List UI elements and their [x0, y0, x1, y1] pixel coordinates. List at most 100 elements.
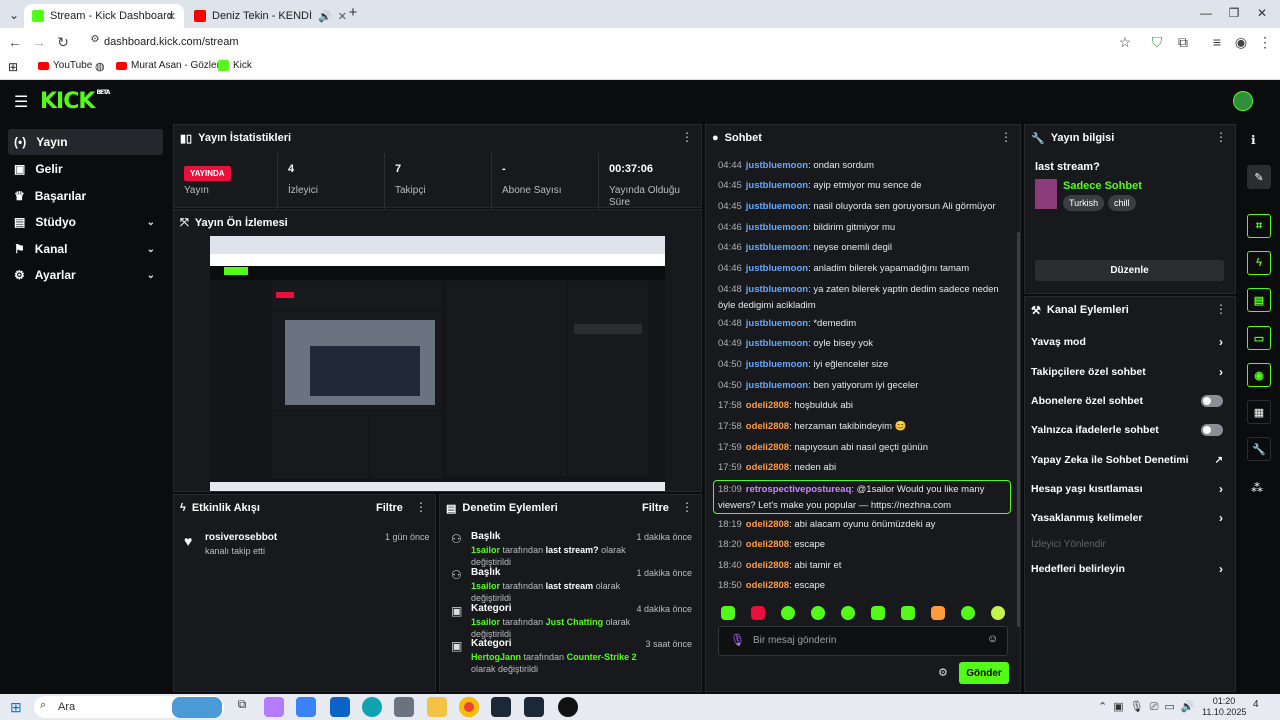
- hamburger-menu-icon[interactable]: ☰: [14, 92, 28, 112]
- message-username[interactable]: justbluemoon: [746, 242, 808, 253]
- extensions-icon[interactable]: ⧉: [1174, 34, 1192, 51]
- bookmark-star-icon[interactable]: ☆: [1116, 34, 1134, 51]
- steam-icon[interactable]: [524, 697, 544, 717]
- message-username[interactable]: justbluemoon: [746, 380, 808, 391]
- info-icon[interactable]: ℹ: [1251, 133, 1256, 147]
- tab-list-icon[interactable]: ⌄: [4, 8, 24, 22]
- taskbar-time[interactable]: 01:20: [1207, 696, 1241, 706]
- kebab-menu-icon[interactable]: ⋮: [681, 130, 693, 144]
- microphone-icon[interactable]: 🎙: [730, 633, 745, 647]
- chat-icon[interactable]: ▭: [1247, 326, 1271, 350]
- flash-icon[interactable]: ϟ: [1247, 251, 1271, 275]
- media-icon[interactable]: ≡: [1208, 34, 1226, 50]
- close-tab-icon[interactable]: ✕: [167, 10, 176, 23]
- browser-menu-icon[interactable]: ⋮: [1256, 34, 1274, 51]
- message-username[interactable]: odeli2808: [746, 580, 789, 591]
- edit-button[interactable]: Düzenle: [1035, 260, 1224, 281]
- apps-grid-icon[interactable]: ⊞: [8, 60, 18, 74]
- chat-input[interactable]: Bir mesaj gönderin: [718, 626, 1008, 656]
- kick-logo[interactable]: KICK BETA: [40, 89, 110, 114]
- action-ai-moderation[interactable]: Yapay Zeka ile Sohbet Denetimi ↗: [1031, 449, 1231, 471]
- browser-tab-kick[interactable]: Stream - Kick Dashboard ✕: [24, 4, 184, 28]
- message-username[interactable]: justbluemoon: [746, 338, 808, 349]
- action-subscribers-only[interactable]: Abonelere özel sohbet: [1031, 390, 1231, 412]
- message-username[interactable]: justbluemoon: [746, 180, 808, 191]
- toggle-switch[interactable]: [1201, 424, 1223, 436]
- message-username[interactable]: justbluemoon: [746, 318, 808, 329]
- windows-start-icon[interactable]: ⊞: [10, 699, 22, 716]
- app-icon[interactable]: [394, 697, 414, 717]
- taskbar-date[interactable]: 11.10.2025: [1202, 707, 1246, 717]
- message-username[interactable]: odeli2808: [746, 400, 789, 411]
- sidebar-item-kanal[interactable]: ⚑ Kanal ⌄: [8, 236, 163, 262]
- tag-chip[interactable]: Turkish: [1063, 195, 1105, 211]
- message-username[interactable]: justbluemoon: [746, 160, 808, 171]
- message-username[interactable]: odeli2808: [746, 442, 789, 453]
- store-icon[interactable]: [296, 697, 316, 717]
- emote-icon[interactable]: [931, 606, 945, 620]
- bookmark-kick[interactable]: Kick: [218, 60, 252, 71]
- tag-chip[interactable]: chill: [1108, 195, 1136, 211]
- outlook-icon[interactable]: [330, 697, 350, 717]
- stack-icon[interactable]: ▦: [1247, 400, 1271, 424]
- action-emote-only[interactable]: Yalnızca ifadelerle sohbet: [1031, 419, 1231, 441]
- filter-button[interactable]: Filtre: [376, 502, 403, 514]
- sidebar-item-yayin[interactable]: (•) Yayın: [8, 129, 163, 155]
- reload-icon[interactable]: ↻: [54, 34, 72, 51]
- notification-count[interactable]: 4: [1253, 699, 1259, 710]
- sidebar-item-gelir[interactable]: ▣ Gelir: [8, 156, 163, 182]
- app-icon[interactable]: [558, 697, 578, 717]
- pencil-icon[interactable]: ✎: [1247, 165, 1271, 189]
- kebab-menu-icon[interactable]: ⋮: [1215, 130, 1227, 144]
- task-view-icon[interactable]: ⧉: [232, 697, 252, 717]
- edge-icon[interactable]: [362, 697, 382, 717]
- system-tray-icons[interactable]: ⌃▣🎙⎚▭🔊: [1098, 700, 1200, 714]
- sidebar-item-ayarlar[interactable]: ⚙ Ayarlar ⌄: [8, 262, 163, 288]
- message-username[interactable]: justbluemoon: [746, 201, 808, 212]
- message-username[interactable]: retrospectivepostureaq: [746, 484, 852, 495]
- emote-icon[interactable]: [961, 606, 975, 620]
- avatar[interactable]: [1233, 91, 1253, 111]
- message-username[interactable]: odeli2808: [746, 539, 789, 550]
- message-username[interactable]: odeli2808: [746, 519, 789, 530]
- sidebar-item-basarilar[interactable]: ♛ Başarılar: [8, 183, 163, 209]
- emote-icon[interactable]: [751, 606, 765, 620]
- emote-icon[interactable]: [811, 606, 825, 620]
- message-username[interactable]: odeli2808: [746, 462, 789, 473]
- message-username[interactable]: justbluemoon: [746, 222, 808, 233]
- steam-icon[interactable]: [491, 697, 511, 717]
- stream-preview-video[interactable]: [210, 236, 665, 491]
- action-set-goals[interactable]: Hedefleri belirleyin ›: [1031, 558, 1231, 580]
- chat-scrollbar[interactable]: [1017, 232, 1020, 627]
- message-username[interactable]: justbluemoon: [746, 284, 808, 295]
- minimize-icon[interactable]: —: [1196, 6, 1216, 20]
- url-field[interactable]: dashboard.kick.com/stream: [84, 33, 1144, 51]
- kebab-menu-icon[interactable]: ⋮: [415, 500, 427, 514]
- action-banned-words[interactable]: Yasaklanmış kelimeler ›: [1031, 507, 1231, 529]
- bookmark-globe[interactable]: ◍: [95, 60, 105, 73]
- back-icon[interactable]: ←: [6, 34, 24, 50]
- emote-icon[interactable]: [781, 606, 795, 620]
- kebab-menu-icon[interactable]: ⋮: [1215, 302, 1227, 316]
- action-slow-mode[interactable]: Yavaş mod ›: [1031, 331, 1231, 353]
- wrench-icon[interactable]: 🔧: [1247, 437, 1271, 461]
- kebab-menu-icon[interactable]: ⋮: [1000, 130, 1012, 144]
- message-username[interactable]: justbluemoon: [746, 263, 808, 274]
- clipboard-icon[interactable]: ▤: [1247, 288, 1271, 312]
- shield-extension-icon[interactable]: ⛉: [1148, 34, 1166, 51]
- emote-icon[interactable]: [991, 606, 1005, 620]
- forward-icon[interactable]: →: [30, 34, 48, 50]
- emoji-icon[interactable]: ☺: [987, 633, 998, 645]
- message-username[interactable]: justbluemoon: [746, 359, 808, 370]
- crop-icon[interactable]: ⌗: [1247, 214, 1271, 238]
- message-username[interactable]: odeli2808: [746, 421, 789, 432]
- copilot-icon[interactable]: [264, 697, 284, 717]
- browser-tab-youtube[interactable]: Deniz Tekin - KENDİNE İYİ B... 🔊 ✕: [186, 4, 356, 28]
- emote-icon[interactable]: [901, 606, 915, 620]
- emote-icon[interactable]: [841, 606, 855, 620]
- new-tab-icon[interactable]: +: [343, 4, 363, 21]
- chrome-icon[interactable]: [459, 697, 479, 717]
- bookmark-murat[interactable]: Murat Asan - Gözler...: [116, 60, 228, 71]
- category-name[interactable]: Sadece Sohbet: [1063, 180, 1142, 192]
- action-followers-only[interactable]: Takipçilere özel sohbet ›: [1031, 361, 1231, 383]
